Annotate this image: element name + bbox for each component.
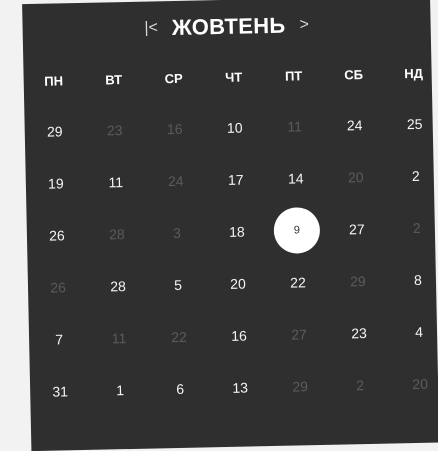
day-cell[interactable]: 2	[330, 359, 391, 412]
calendar-panel: |< ЖОВТЕНЬ > ПН ВТ СР ЧТ ПТ СБ НД 29 23 16…	[22, 0, 438, 451]
month-title: ЖОВТЕНЬ	[171, 12, 286, 41]
calendar-header: |< ЖОВТЕНЬ >	[22, 6, 431, 49]
day-cell[interactable]: 20	[207, 257, 268, 310]
weekday-label: ЧТ	[224, 69, 243, 85]
day-grid: 29 23 16 10 11 24 25 19 11 24 17 14 20 2 26 28 3 18 9 27 2 26…	[24, 98, 438, 418]
day-cell[interactable]: 5	[147, 258, 208, 311]
weekday-label: СР	[164, 70, 183, 86]
day-cell[interactable]: 29	[327, 255, 388, 308]
day-cell[interactable]: 10	[204, 101, 265, 154]
day-cell[interactable]: 3	[146, 206, 207, 259]
day-cell[interactable]: 24	[145, 154, 206, 207]
weekday-label: ПН	[44, 72, 64, 89]
weekday-label: ВТ	[105, 71, 123, 87]
day-cell[interactable]: 16	[209, 309, 270, 362]
day-cell[interactable]: 25	[384, 97, 438, 150]
day-cell[interactable]: 6	[150, 362, 211, 415]
selected-day-cell[interactable]: 9	[266, 204, 327, 257]
day-cell[interactable]: 11	[264, 100, 325, 153]
day-cell[interactable]: 2	[385, 149, 438, 202]
day-cell[interactable]: 20	[325, 151, 386, 204]
day-cell[interactable]: 13	[210, 361, 271, 414]
day-cell[interactable]: 29	[270, 360, 331, 413]
day-cell[interactable]: 16	[144, 102, 205, 155]
day-cell[interactable]: 17	[205, 153, 266, 206]
day-cell[interactable]: 8	[387, 253, 438, 306]
day-cell[interactable]: 24	[324, 99, 385, 152]
weekday-label: НД	[404, 65, 424, 81]
weekday-label: ПТ	[284, 67, 303, 84]
day-cell[interactable]: 22	[267, 256, 328, 309]
day-cell[interactable]: 26	[27, 261, 88, 314]
day-cell[interactable]: 23	[329, 307, 390, 360]
day-cell[interactable]: 27	[326, 203, 387, 256]
day-cell[interactable]: 7	[29, 313, 90, 366]
day-cell[interactable]: 18	[206, 205, 267, 258]
day-cell[interactable]: 2	[386, 201, 438, 254]
selected-day-marker: 9	[273, 206, 321, 254]
day-cell[interactable]: 26	[26, 209, 87, 262]
day-cell[interactable]: 29	[24, 105, 85, 158]
day-cell[interactable]: 27	[269, 308, 330, 361]
day-cell[interactable]: 20	[390, 357, 438, 410]
next-month-button[interactable]: >	[291, 16, 317, 35]
day-cell[interactable]: 28	[86, 208, 147, 261]
day-cell[interactable]: 23	[84, 104, 145, 157]
day-cell[interactable]: 11	[85, 156, 146, 209]
day-cell[interactable]: 28	[87, 260, 148, 313]
day-cell[interactable]: 11	[89, 312, 150, 365]
day-cell[interactable]: 19	[25, 157, 86, 210]
day-cell[interactable]: 14	[265, 152, 326, 205]
day-cell[interactable]: 4	[388, 305, 438, 358]
day-cell[interactable]: 22	[149, 310, 210, 363]
prev-month-button[interactable]: |<	[136, 19, 166, 38]
weekday-label: СБ	[344, 66, 364, 82]
day-cell[interactable]: 31	[30, 365, 91, 418]
day-cell[interactable]: 1	[90, 364, 151, 417]
